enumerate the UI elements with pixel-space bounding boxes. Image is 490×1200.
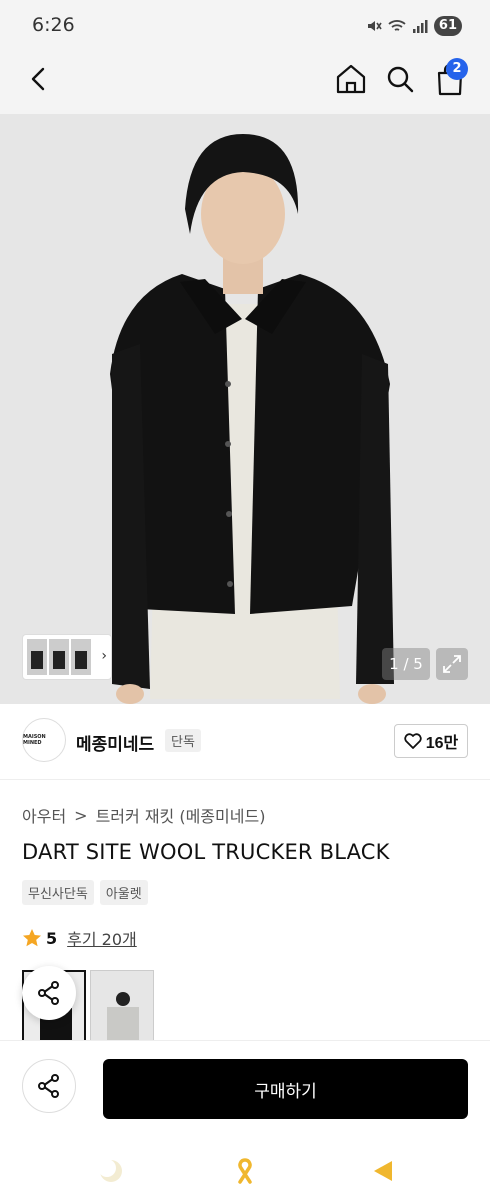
- share-icon: [38, 981, 59, 1005]
- buy-button[interactable]: 구매하기: [103, 1059, 468, 1119]
- gallery-thumbnail[interactable]: [49, 639, 69, 675]
- product-tags: 무신사단독 아울렛: [22, 880, 148, 905]
- share-icon: [38, 1074, 59, 1098]
- image-counter: 1 / 5: [382, 648, 430, 680]
- signal-icon: [412, 20, 428, 33]
- home-icon[interactable]: [334, 62, 368, 96]
- like-button[interactable]: 16만: [394, 724, 468, 758]
- floating-share-button[interactable]: [22, 966, 76, 1020]
- brand-logo[interactable]: MAISON MINED: [22, 718, 66, 762]
- expand-icon: [443, 655, 461, 673]
- gallery-thumbnail[interactable]: [71, 639, 91, 675]
- heart-icon: [404, 733, 422, 749]
- share-button[interactable]: [22, 1059, 76, 1113]
- rating-score: 5: [46, 928, 58, 948]
- search-icon[interactable]: [385, 64, 415, 94]
- breadcrumb-subcategory[interactable]: 트러커 재킷 (메종미네드): [96, 803, 266, 827]
- expand-image-button[interactable]: [436, 648, 468, 680]
- bottom-purchase-bar: 구매하기: [0, 1040, 490, 1140]
- brand-exclusive-tag: 단독: [165, 729, 201, 752]
- back-triangle-icon[interactable]: [368, 1156, 398, 1186]
- review-count-link[interactable]: 후기 20개: [67, 926, 137, 950]
- product-tag: 아울렛: [99, 880, 148, 905]
- gallery-thumbnail[interactable]: [27, 639, 47, 675]
- brand-row: MAISON MINED 메종미네드 단독 16만: [0, 704, 490, 780]
- wifi-icon: [388, 20, 406, 31]
- brand-name[interactable]: 메종미네드: [76, 730, 154, 755]
- product-tag: 무신사단독: [22, 880, 94, 905]
- cart-count-badge: 2: [446, 58, 468, 80]
- back-icon[interactable]: [24, 64, 54, 94]
- breadcrumb: 아우터 > 트러커 재킷 (메종미네드): [22, 803, 265, 827]
- top-navigation: 2: [0, 52, 490, 114]
- like-count: 16만: [425, 735, 459, 752]
- rating-row: 5 후기 20개: [22, 926, 137, 950]
- chevron-right-icon[interactable]: ›: [101, 648, 107, 664]
- gallery-thumbnail-strip[interactable]: ›: [22, 634, 112, 680]
- mute-icon: [367, 21, 382, 31]
- battery-indicator: 61: [433, 16, 462, 36]
- breadcrumb-separator: >: [74, 805, 88, 825]
- brand-logo-text: MAISON MINED: [23, 734, 46, 746]
- status-bar: 6:26 61: [0, 0, 490, 52]
- moon-icon[interactable]: [96, 1156, 126, 1186]
- star-icon: [23, 929, 41, 947]
- system-navigation-bar: [0, 1140, 490, 1200]
- product-title: DART SITE WOOL TRUCKER BLACK: [22, 840, 390, 864]
- color-variant-grey[interactable]: [90, 970, 154, 1042]
- status-icons: 61: [366, 16, 462, 36]
- status-time: 6:26: [32, 14, 75, 36]
- product-photo: [0, 114, 490, 704]
- ribbon-icon[interactable]: [230, 1156, 260, 1186]
- product-image[interactable]: [0, 114, 490, 704]
- breadcrumb-category[interactable]: 아우터: [22, 803, 66, 827]
